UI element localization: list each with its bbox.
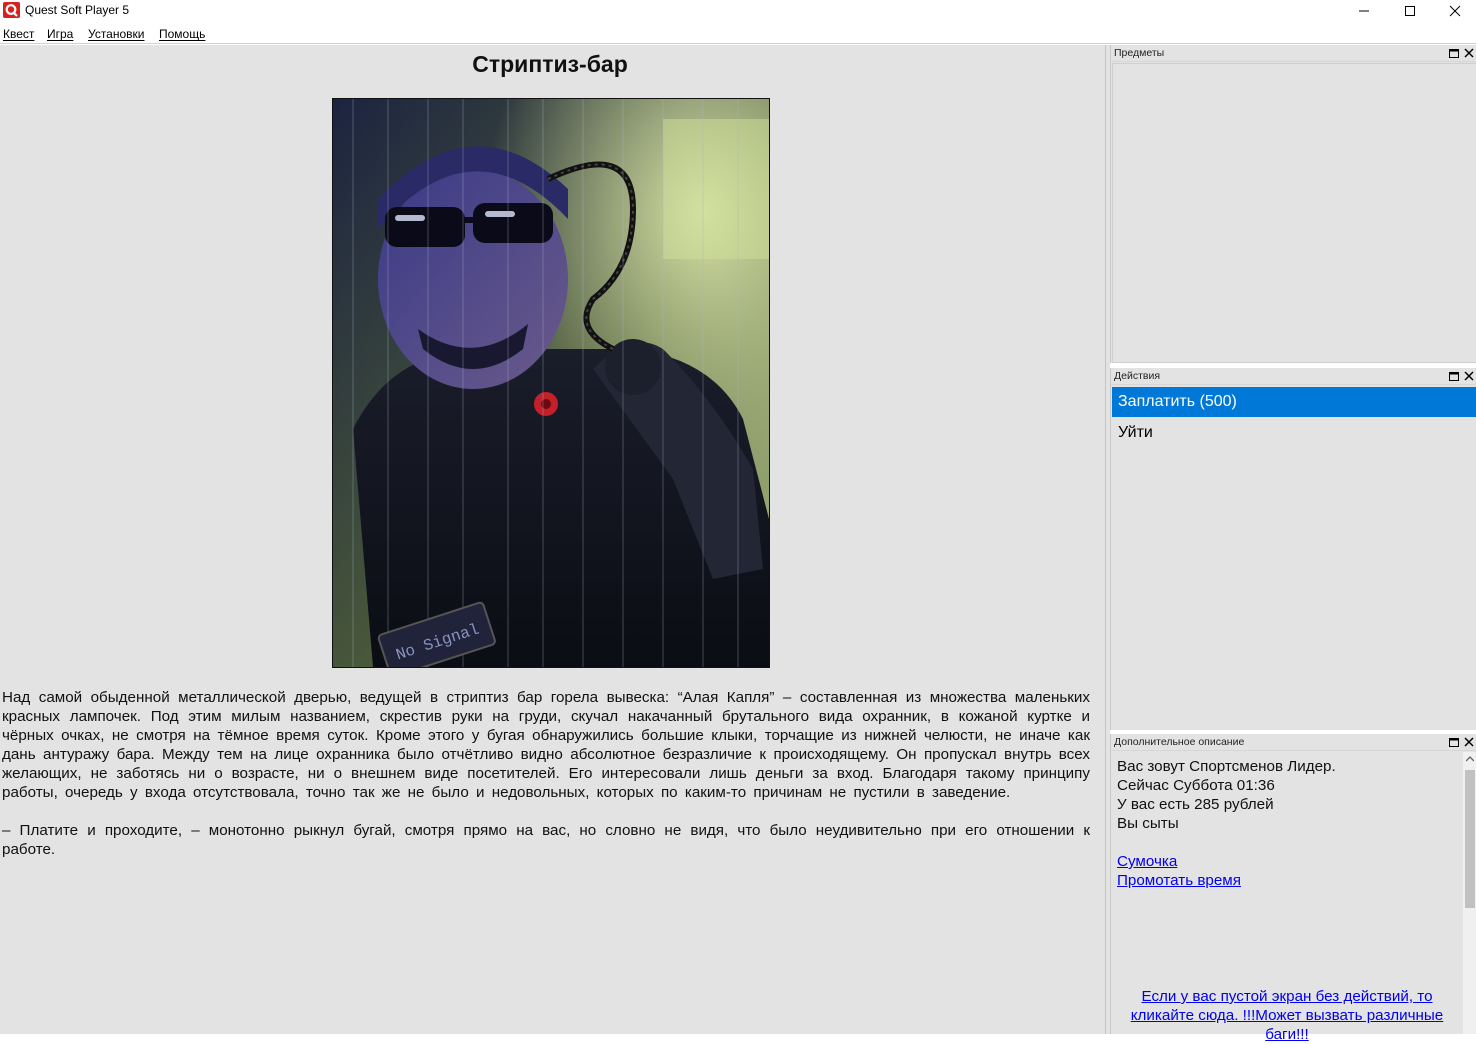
scene-paragraph: – Платите и проходите, – монотонно рыкну…: [2, 822, 1090, 858]
scene-title: Стриптиз-бар: [472, 51, 628, 77]
items-list: [1112, 63, 1476, 363]
menu-bar: Квест Игра Установки Помощь: [0, 24, 1476, 44]
restore-panel-icon[interactable]: [1448, 736, 1460, 748]
close-panel-icon[interactable]: [1463, 47, 1475, 59]
player-name-line: Вас зовут Спортсменов Лидер.: [1117, 758, 1336, 775]
bouncer-illustration: No Signal: [333, 99, 769, 667]
items-panel: Предметы: [1110, 45, 1476, 363]
scroll-up-button[interactable]: [1463, 752, 1476, 766]
panel-header: Действия: [1111, 368, 1476, 385]
panel-header: Предметы: [1111, 45, 1476, 62]
panel-title: Предметы: [1114, 47, 1165, 59]
action-pay[interactable]: Заплатить (500): [1112, 387, 1476, 417]
action-leave[interactable]: Уйти: [1112, 418, 1476, 448]
close-panel-icon[interactable]: [1463, 736, 1475, 748]
menu-help[interactable]: Помощь: [159, 27, 205, 41]
panel-title: Дополнительное описание: [1114, 736, 1245, 748]
hunger-line: Вы сыты: [1117, 815, 1179, 832]
actions-panel: Действия Заплатить (500) Уйти: [1110, 368, 1476, 730]
minimize-icon: [1359, 10, 1369, 12]
close-panel-icon[interactable]: [1463, 370, 1475, 382]
description-body: Вас зовут Спортсменов Лидер. Сейчас Субб…: [1112, 752, 1462, 1043]
scene-paragraph: Над самой обыденной металлической дверью…: [2, 689, 1090, 801]
bag-link[interactable]: Сумочка: [1117, 852, 1462, 871]
panel-header: Дополнительное описание: [1111, 734, 1476, 751]
maximize-button[interactable]: [1387, 0, 1433, 22]
title-bar: Quest Soft Player 5: [0, 0, 1476, 22]
scene-description: Над самой обыденной металлической дверью…: [2, 688, 1090, 878]
window-title: Quest Soft Player 5: [25, 3, 130, 17]
menu-settings[interactable]: Установки: [88, 27, 144, 41]
money-line: У вас есть 285 рублей: [1117, 796, 1274, 813]
close-button[interactable]: [1432, 0, 1476, 22]
app-logo-icon: [3, 2, 20, 18]
panel-title: Действия: [1114, 370, 1161, 382]
menu-quest[interactable]: Квест: [3, 27, 34, 41]
skip-time-link[interactable]: Промотать время: [1117, 871, 1462, 890]
scene-image: No Signal: [332, 98, 770, 668]
description-scrollbar[interactable]: [1463, 752, 1476, 1034]
restore-panel-icon[interactable]: [1448, 370, 1460, 382]
maximize-icon: [1405, 6, 1415, 16]
empty-screen-fix-link[interactable]: Если у вас пустой экран без действий, то…: [1112, 987, 1462, 1044]
minimize-button[interactable]: [1341, 0, 1387, 22]
close-icon: [1449, 5, 1461, 17]
restore-panel-icon[interactable]: [1448, 47, 1460, 59]
scene-view: Стриптиз-бар No Signal Над самой обыденн…: [0, 45, 1106, 1034]
scroll-thumb[interactable]: [1465, 770, 1475, 908]
chevron-up-icon: [1466, 756, 1474, 762]
description-panel: Дополнительное описание Вас зовут Спортс…: [1110, 734, 1476, 1043]
time-line: Сейчас Суббота 01:36: [1117, 777, 1275, 794]
menu-game[interactable]: Игра: [47, 27, 73, 41]
